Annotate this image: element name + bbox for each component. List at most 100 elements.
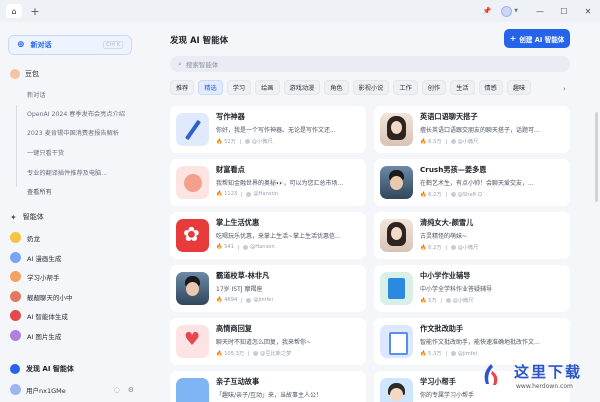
agent-name: 靓靓聊天的小中 [27, 293, 73, 302]
tab-life[interactable]: 生活 [450, 80, 475, 95]
usage-count: 4694 [224, 297, 238, 303]
sidebar-agent-item[interactable]: 奶龙 [10, 232, 40, 243]
agent-card[interactable]: 写作神器 你好，我是一个写作神器。无论是写作文还... 🔥 52万 @小微尺 [170, 106, 366, 153]
pin-icon[interactable]: 📌 [479, 7, 495, 15]
history-item[interactable]: 2023 麦肯锡中国消费者报告解析 [27, 128, 135, 137]
tab-featured[interactable]: 精选 [198, 80, 223, 95]
author-name: @jimfei [253, 297, 273, 303]
discover-agents-link[interactable]: 发现 AI 智能体 [10, 364, 74, 374]
agent-card[interactable]: Crush男孩—姜多恩 在鹤艺术生，有点小帅！会聊天爱交友，... 🔥 6.2万… [374, 159, 570, 206]
history-item[interactable]: 一键只看干货 [27, 148, 135, 157]
tab-roles[interactable]: 角色 [324, 80, 349, 95]
minimize-button[interactable]: — [528, 7, 552, 16]
chat-icon[interactable]: ◌ [114, 386, 120, 394]
tab-work[interactable]: 工作 [393, 80, 418, 95]
close-button[interactable]: ✕ [576, 7, 600, 16]
agent-card-title: Crush男孩—姜多恩 [420, 165, 487, 174]
user-bar[interactable]: 用户nx1GMe ◌ ⚙ [10, 384, 134, 395]
agent-name: AI 图片生成 [27, 332, 62, 341]
maximize-button[interactable]: ☐ [552, 7, 576, 16]
new-tab-button[interactable]: + [28, 4, 42, 18]
agent-avatar [380, 378, 413, 402]
agent-avatar [10, 271, 21, 282]
tab-film-novel[interactable]: 影视小说 [352, 80, 390, 95]
new-chat-label: 新对话 [30, 41, 52, 49]
history-item[interactable]: 专业的翻译插件推荐及电脑... [27, 168, 135, 177]
history-item[interactable]: OpenAI 2024 春季发布会亮点介绍 [27, 109, 135, 118]
search-input[interactable]: ⌕ 搜索智能体 [170, 56, 570, 72]
agent-card-title: 霸道校草-林非凡 [216, 271, 270, 280]
agent-card-title: 财富看点 [216, 165, 245, 174]
sidebar-agent-item[interactable]: 学习小帮手 [10, 271, 60, 282]
tab-study[interactable]: 学习 [226, 80, 252, 95]
agent-card-desc: 「趣味/亲子/互动」来，当故事主人公！ [216, 392, 323, 399]
account-menu[interactable]: ▼ [501, 5, 518, 17]
agent-avatar [10, 232, 21, 243]
tab-recommend[interactable]: 推荐 [170, 80, 195, 95]
discover-label: 发现 AI 智能体 [26, 365, 74, 373]
sidebar-agent-item[interactable]: AI 漫画生成 [10, 252, 61, 263]
watermark: 这里下载 www.herdown.com [470, 357, 600, 402]
tab-games-anime[interactable]: 游戏动漫 [283, 80, 321, 95]
agent-card[interactable]: 霸道校草-林非凡 17岁 ISTJ 摩羯座 🔥 4694 @jimfei [170, 265, 366, 312]
watermark-url: www.herdown.com [516, 383, 573, 390]
agent-card-desc: 我帮知金融世界的奥秘👀，可以为您汇总市场... [216, 180, 344, 187]
history-item[interactable]: 新对话 [27, 90, 135, 99]
agents-heading[interactable]: ✦ 智能体 [10, 212, 44, 222]
tab-emotion[interactable]: 情感 [478, 80, 503, 95]
agent-card[interactable]: 亲子互动故事 「趣味/亲子/互动」来，当故事主人公！ [170, 371, 366, 402]
category-tabs: 推荐 精选 学习 绘画 游戏动漫 角色 影视小说 工作 创作 生活 情感 趣味 [170, 80, 532, 95]
watermark-text: 这里下载 [514, 363, 583, 381]
agent-avatar [380, 219, 413, 252]
author-avatar [244, 139, 250, 144]
author-name: @小微尺 [457, 245, 479, 251]
main-content: 发现 AI 智能体 + 创建 AI 智能体 ⌕ 搜索智能体 推荐 精选 学习 绘… [140, 22, 600, 402]
sidebar-agent-item[interactable]: AI 图片生成 [10, 330, 61, 341]
author-avatar [450, 245, 456, 250]
tab-creation[interactable]: 创作 [421, 80, 447, 95]
agent-card-desc: 智能作文批改助手，能快速准确地批改作文... [420, 339, 540, 346]
sidebar: ⊕ 新对话 Ctrl K 豆包 新对话 OpenAI 2024 春季发布会亮点介… [0, 22, 140, 402]
plus-icon: + [509, 34, 517, 43]
bot-avatar-icon [10, 69, 20, 79]
tab-fun[interactable]: 趣味 [506, 80, 532, 95]
agent-card[interactable]: 清纯女大-颜雪儿 古灵精怪的萌妹~ 🔥 6.2万 @小微尺 [374, 212, 570, 259]
gear-icon[interactable]: ⚙ [128, 386, 134, 394]
create-agent-label: 创建 AI 智能体 [519, 35, 565, 44]
agent-card-desc: 聊天时不知道怎么回复，我来帮你~ [216, 339, 312, 346]
agent-card-title: 高情商回复 [216, 324, 252, 333]
author-avatar [253, 351, 259, 356]
user-name: 用户nx1GMe [26, 386, 66, 395]
chevron-down-icon: ▼ [514, 8, 518, 14]
usage-count: 52万 [224, 139, 236, 145]
agents-heading-label: 智能体 [22, 213, 44, 221]
agent-card[interactable]: 中小学作业辅导 中小学全学科作业答疑辅导 🔥 5万 @小微尺 [374, 265, 570, 312]
home-tab[interactable]: ⌂ [6, 4, 22, 18]
new-chat-button[interactable]: ⊕ 新对话 Ctrl K [8, 35, 132, 55]
agent-card-title: 掌上生活优惠 [216, 218, 260, 227]
sidebar-agent-item[interactable]: 靓靓聊天的小中 [10, 291, 73, 302]
agent-name: AI 漫画生成 [27, 254, 62, 263]
sidebar-item-doubao[interactable]: 豆包 [10, 69, 39, 79]
create-agent-button[interactable]: + 创建 AI 智能体 [504, 29, 570, 48]
avatar [10, 384, 21, 395]
chevron-right-icon[interactable]: › [563, 85, 566, 93]
scrollbar[interactable] [595, 112, 598, 202]
author-name: @小微尺 [251, 139, 273, 145]
fire-icon: 🔥 [420, 244, 427, 251]
sidebar-agent-item[interactable]: AI 智能体生成 [10, 310, 68, 321]
view-all-link[interactable]: 查看所有 [27, 187, 135, 196]
author-name: @小微尺 [452, 298, 474, 304]
pen-icon [176, 113, 209, 146]
agent-avatar [380, 166, 413, 199]
agent-card[interactable]: 掌上生活优惠 吃喝玩乐优惠，来掌上生活~掌上生活优惠信... 🔥 541 @Han… [170, 212, 366, 259]
agent-card[interactable]: 英语口语聊天搭子 擅长英语口语跟交朋友的聊天搭子，话题可... 🔥 6.5万 @小… [374, 106, 570, 153]
tab-drawing[interactable]: 绘画 [255, 80, 280, 95]
heart-icon [176, 325, 209, 358]
search-icon: ⌕ [178, 59, 182, 68]
agent-card[interactable]: 财富看点 我帮知金融世界的奥秘👀，可以为您汇总市场... 🔥 1123 @Hans… [170, 159, 366, 206]
avatar [501, 5, 513, 17]
agent-card[interactable]: 高情商回复 聊天时不知道怎么回复，我来帮你~ 🔥 105.3万 @豆比新之梦 [170, 318, 366, 365]
agent-name: AI 智能体生成 [27, 312, 68, 321]
title-bar: ⌂ + 📌 ▼ — ☐ ✕ [0, 0, 600, 22]
